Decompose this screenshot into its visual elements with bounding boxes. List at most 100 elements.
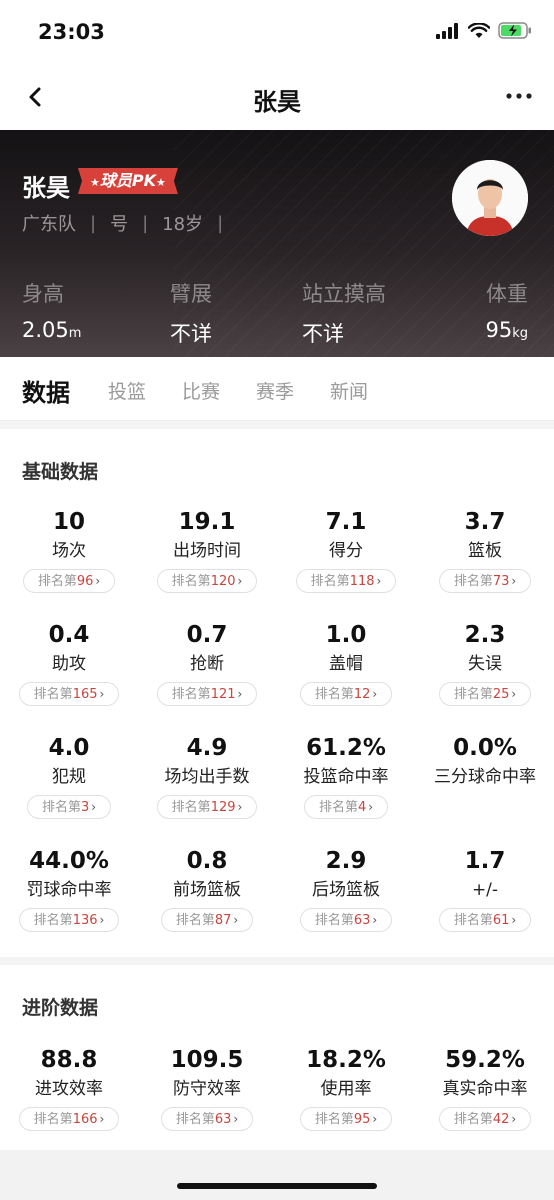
stat-item: 61.2% 投篮命中率 排名第4 › — [277, 733, 415, 819]
signal-icon — [436, 22, 458, 39]
stat-item: 4.9 场均出手数排名第129 › — [138, 733, 276, 819]
player-info: 广东队 | 号 | 18岁 | — [22, 210, 237, 236]
rank-button[interactable]: 排名第166 › — [18, 1107, 120, 1131]
attr-height: 身高 2.05m — [22, 278, 81, 342]
home-indicator — [177, 1183, 377, 1189]
rank-button[interactable]: 排名第73 › — [438, 569, 532, 593]
chevron-right-icon: › — [511, 1112, 517, 1126]
chevron-right-icon: › — [99, 1112, 105, 1126]
stat-label: 失误 — [468, 654, 502, 674]
rank-button[interactable]: 排名第12 › — [299, 682, 393, 706]
player-team: 广东队 — [22, 214, 76, 235]
more-icon — [506, 93, 532, 99]
rank-button[interactable]: 排名第96 › — [22, 569, 116, 593]
stat-value: 19.1 — [178, 509, 236, 535]
attr-value: 95kg — [485, 318, 528, 342]
rank-button[interactable]: 排名第129 › — [156, 795, 258, 819]
rank-button[interactable]: 排名第87 › — [160, 908, 254, 932]
stat-item: 44.0% 罚球命中率 排名第136 › — [0, 846, 138, 932]
rank-number: 61 — [492, 913, 510, 928]
rank-button[interactable]: 排名第136 › — [18, 908, 120, 932]
rank-button[interactable]: 排名第61 › — [438, 908, 532, 932]
rank-button[interactable]: 排名第4 › — [303, 795, 389, 819]
rank-number: 63 — [353, 913, 371, 928]
tab-data[interactable]: 数据 — [22, 373, 70, 408]
chevron-right-icon: › — [237, 574, 243, 588]
player-pk-button[interactable]: ★球员PK★ — [78, 168, 178, 194]
status-time: 23:03 — [38, 20, 105, 44]
tab-shooting[interactable]: 投篮 — [108, 377, 146, 404]
stat-value: 1.0 — [325, 622, 367, 648]
rank-prefix: 排名第 — [314, 913, 354, 928]
rank-number: 165 — [72, 687, 98, 702]
rank-number: 136 — [72, 913, 98, 928]
chevron-right-icon: › — [511, 913, 517, 927]
rank-button[interactable]: 排名第165 › — [18, 682, 120, 706]
stat-value: 4.9 — [186, 735, 228, 761]
rank-prefix: 排名第 — [171, 687, 211, 702]
stat-value: 2.3 — [464, 622, 506, 648]
stat-label: 得分 — [329, 541, 363, 561]
chevron-right-icon: › — [233, 913, 239, 927]
stat-label: 助攻 — [52, 654, 86, 674]
tab-season[interactable]: 赛季 — [256, 377, 294, 404]
attr-label: 臂展 — [170, 282, 212, 306]
rank-number: 87 — [214, 913, 232, 928]
tab-games[interactable]: 比赛 — [182, 377, 220, 404]
rank-number: 120 — [210, 574, 236, 589]
rank-button[interactable]: 排名第42 › — [438, 1107, 532, 1131]
rank-button[interactable]: 排名第95 › — [299, 1107, 393, 1131]
attr-weight: 体重 95kg — [485, 278, 528, 342]
rank-prefix: 排名第 — [453, 1112, 493, 1127]
stat-value: 0.0% — [453, 735, 517, 761]
rank-number: 166 — [72, 1112, 98, 1127]
stat-label: 犯规 — [52, 767, 86, 787]
stat-value: 0.8 — [186, 848, 228, 874]
status-icons — [436, 22, 532, 39]
stat-value: 7.1 — [325, 509, 367, 535]
attr-number: 不详 — [170, 322, 212, 346]
stat-label: 投篮命中率 — [303, 767, 389, 787]
stat-label: 三分球命中率 — [434, 767, 536, 787]
more-button[interactable] — [504, 86, 534, 106]
rank-button[interactable]: 排名第25 › — [438, 682, 532, 706]
basic-stats-section: 基础数据 10 场次 排名第96 › 19.1 出场时间 排名第120 › 7.1 得分 排名第11… — [0, 429, 554, 957]
rank-prefix: 排名第 — [33, 687, 73, 702]
stat-label: 场均出手数 — [164, 767, 250, 787]
rank-prefix: 排名第 — [171, 574, 211, 589]
attr-value: 不详 — [170, 318, 212, 348]
stat-label: 进攻效率 — [35, 1079, 103, 1099]
stat-item: 0.4 助攻 排名第165 › — [0, 620, 138, 706]
rank-prefix: 排名第 — [314, 1112, 354, 1127]
wifi-icon — [468, 22, 490, 38]
chevron-right-icon: › — [511, 687, 517, 701]
stat-item: 1.7 +/- 排名第61 › — [416, 846, 554, 932]
stat-label: 篮板 — [468, 541, 502, 561]
rank-button[interactable]: 排名第63 › — [299, 908, 393, 932]
rank-prefix: 排名第 — [314, 687, 354, 702]
rank-number: 25 — [492, 687, 510, 702]
stat-label: 后场篮板 — [312, 880, 380, 900]
nav-bar: 张昊 — [0, 66, 554, 130]
rank-prefix: 排名第 — [453, 913, 493, 928]
rank-button[interactable]: 排名第118 › — [295, 569, 397, 593]
chevron-right-icon: › — [376, 574, 382, 588]
status-bar: 23:03 — [0, 0, 554, 66]
chevron-right-icon: › — [372, 1112, 378, 1126]
tab-news[interactable]: 新闻 — [330, 377, 368, 404]
rank-button[interactable]: 排名第121 › — [156, 682, 258, 706]
stat-label: 盖帽 — [329, 654, 363, 674]
chevron-right-icon: › — [91, 800, 97, 814]
tab-bar: 数据 投篮 比赛 赛季 新闻 — [0, 357, 554, 421]
rank-button[interactable]: 排名第120 › — [156, 569, 258, 593]
rank-number: 42 — [492, 1112, 510, 1127]
rank-number: 12 — [353, 687, 371, 702]
stat-value: 44.0% — [29, 848, 109, 874]
rank-button[interactable]: 排名第63 › — [160, 1107, 254, 1131]
stat-value: 1.7 — [464, 848, 506, 874]
rank-prefix: 排名第 — [453, 687, 493, 702]
chevron-right-icon: › — [372, 687, 378, 701]
section-title: 进阶数据 — [22, 997, 99, 1019]
rank-button[interactable]: 排名第3 › — [26, 795, 112, 819]
rank-prefix: 排名第 — [41, 800, 81, 815]
